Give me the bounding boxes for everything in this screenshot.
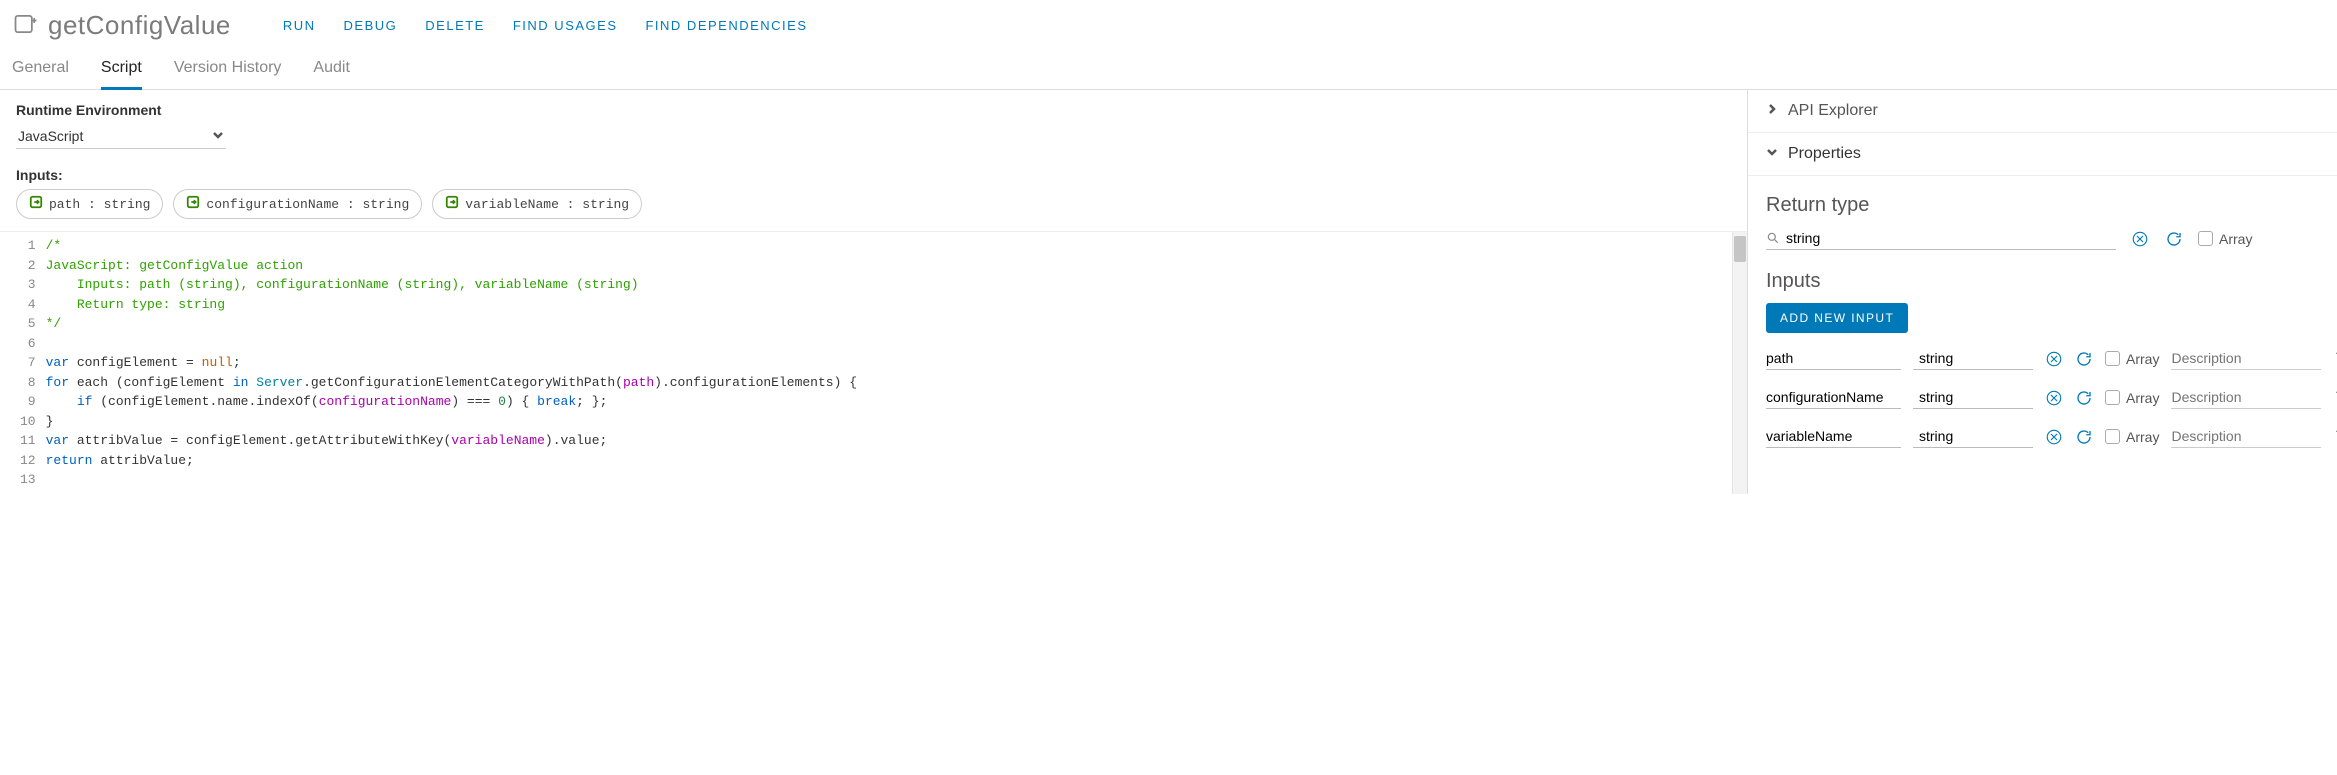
refresh-icon[interactable]	[2075, 427, 2093, 447]
return-type-input[interactable]	[1786, 230, 2116, 246]
delete-action[interactable]: DELETE	[425, 18, 485, 33]
tab-general[interactable]: General	[12, 47, 69, 90]
input-row-path: Array	[1766, 347, 2319, 370]
page-title: getConfigValue	[48, 10, 231, 41]
array-checkbox[interactable]	[2105, 390, 2120, 405]
return-type-row: Array	[1766, 227, 2319, 250]
gutter: 12345678910111213	[0, 232, 46, 494]
tab-script[interactable]: Script	[101, 47, 142, 90]
properties-header[interactable]: Properties	[1748, 133, 2337, 176]
title-wrap: getConfigValue	[12, 10, 231, 41]
array-label: Array	[2219, 231, 2252, 247]
input-name-field[interactable]	[1766, 347, 1901, 370]
runtime-label: Runtime Environment	[16, 102, 1731, 118]
delete-icon[interactable]	[2333, 426, 2337, 447]
input-chip-icon	[186, 195, 200, 213]
right-panel: API Explorer Properties Return type	[1747, 90, 2337, 494]
refresh-icon[interactable]	[2075, 349, 2093, 369]
input-row-variableName: Array	[1766, 425, 2319, 448]
input-rows: Array Array Array	[1766, 347, 2319, 448]
search-icon	[1766, 231, 1780, 245]
main: Runtime Environment JavaScript Inputs: p…	[0, 90, 2337, 494]
array-checkbox[interactable]	[2105, 429, 2120, 444]
input-type-field[interactable]	[1913, 386, 2033, 409]
scrollbar-thumb[interactable]	[1734, 236, 1746, 262]
array-checkbox-wrap[interactable]: Array	[2105, 390, 2159, 406]
array-checkbox-wrap[interactable]: Array	[2198, 231, 2252, 247]
api-explorer-header[interactable]: API Explorer	[1748, 90, 2337, 133]
header: getConfigValue RUN DEBUG DELETE FIND USAGES…	[0, 0, 2337, 47]
left-panel: Runtime Environment JavaScript Inputs: p…	[0, 90, 1747, 494]
clear-icon[interactable]	[2045, 427, 2063, 447]
api-explorer-label: API Explorer	[1788, 102, 1878, 120]
delete-icon[interactable]	[2333, 348, 2337, 369]
runtime-value: JavaScript	[18, 128, 83, 144]
return-type-field[interactable]	[1766, 227, 2116, 250]
input-description-field[interactable]	[2171, 386, 2321, 409]
return-type-label: Return type	[1766, 194, 2319, 217]
input-chip-path[interactable]: path : string	[16, 189, 163, 219]
find-usages-action[interactable]: FIND USAGES	[513, 18, 618, 33]
input-name-field[interactable]	[1766, 425, 1901, 448]
find-dependencies-action[interactable]: FIND DEPENDENCIES	[645, 18, 807, 33]
clear-icon[interactable]	[2045, 349, 2063, 369]
chevron-right-icon	[1766, 102, 1778, 120]
properties-body: Return type Array Inputs ADD NEW INP	[1748, 176, 2337, 486]
action-bar: RUN DEBUG DELETE FIND USAGES FIND DEPENDENCI…	[283, 18, 808, 33]
code-editor[interactable]: 12345678910111213 /*JavaScript: getConfi…	[0, 231, 1747, 494]
clear-icon[interactable]	[2045, 388, 2063, 408]
input-type-input[interactable]	[1919, 428, 2100, 444]
input-type-field[interactable]	[1913, 347, 2033, 370]
properties-label: Properties	[1788, 145, 1861, 163]
input-chip-icon	[445, 195, 459, 213]
array-checkbox[interactable]	[2105, 351, 2120, 366]
refresh-icon[interactable]	[2075, 388, 2093, 408]
input-chips: path : string configurationName : string v…	[16, 189, 1731, 219]
input-description-field[interactable]	[2171, 347, 2321, 370]
add-new-input-button[interactable]: ADD NEW INPUT	[1766, 303, 1908, 333]
input-type-field[interactable]	[1913, 425, 2033, 448]
delete-icon[interactable]	[2333, 387, 2337, 408]
tabs: General Script Version History Audit	[0, 47, 2337, 90]
code-area[interactable]: /*JavaScript: getConfigValue action Inpu…	[46, 232, 857, 494]
array-checkbox-wrap[interactable]: Array	[2105, 429, 2159, 445]
input-row-configurationName: Array	[1766, 386, 2319, 409]
input-chip-icon	[29, 195, 43, 213]
input-chip-configurationName[interactable]: configurationName : string	[173, 189, 422, 219]
array-checkbox-wrap[interactable]: Array	[2105, 351, 2159, 367]
input-description-field[interactable]	[2171, 425, 2321, 448]
inputs-label: Inputs:	[16, 167, 1731, 183]
run-action[interactable]: RUN	[283, 18, 316, 33]
input-type-input[interactable]	[1919, 389, 2100, 405]
chevron-down-icon	[1766, 145, 1778, 163]
runtime-dropdown[interactable]: JavaScript	[16, 124, 226, 149]
debug-action[interactable]: DEBUG	[344, 18, 398, 33]
inputs-section-label: Inputs	[1766, 270, 2319, 293]
array-checkbox[interactable]	[2198, 231, 2213, 246]
chevron-down-icon	[212, 128, 224, 144]
tab-audit[interactable]: Audit	[313, 47, 349, 90]
action-icon	[12, 10, 40, 41]
input-type-input[interactable]	[1919, 350, 2100, 366]
input-name-field[interactable]	[1766, 386, 1901, 409]
tab-version-history[interactable]: Version History	[174, 47, 282, 90]
input-chip-variableName[interactable]: variableName : string	[432, 189, 642, 219]
refresh-icon[interactable]	[2164, 229, 2184, 249]
clear-icon[interactable]	[2130, 229, 2150, 249]
